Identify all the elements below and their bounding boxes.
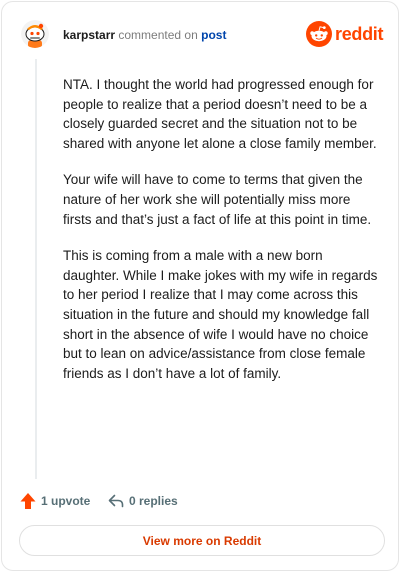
replies-button[interactable]: 0 replies xyxy=(108,491,178,511)
reply-arrow-icon xyxy=(108,494,124,508)
comment-meta: karpstarr commented on post xyxy=(63,27,226,43)
comment-embed-card: karpstarr commented on post reddit NTA. … xyxy=(1,1,399,571)
post-link[interactable]: post xyxy=(201,28,226,42)
author-link[interactable]: karpstarr xyxy=(63,28,115,42)
comment-header: karpstarr commented on post reddit xyxy=(21,17,384,53)
thread-line xyxy=(35,59,37,479)
avatar-snoo-icon xyxy=(21,20,49,48)
comment-paragraph: This is coming from a male with a new bo… xyxy=(63,248,378,381)
upvote-count: 1 upvote xyxy=(41,494,91,508)
view-more-on-reddit-button[interactable]: View more on Reddit xyxy=(19,525,385,556)
upvote-button[interactable]: 1 upvote xyxy=(20,491,90,511)
commented-on-text: commented on xyxy=(118,28,198,42)
reddit-wordmark: reddit xyxy=(335,24,384,44)
replies-count: 0 replies xyxy=(129,494,178,508)
comment-paragraph: NTA. I thought the world had progressed … xyxy=(63,77,377,151)
upvote-arrow-icon xyxy=(20,493,36,509)
comment-body: NTA. I thought the world had progressed … xyxy=(63,75,381,400)
reddit-snoo-icon xyxy=(306,21,332,47)
comment-actions: 1 upvote 0 replies xyxy=(20,491,320,511)
reddit-logo[interactable]: reddit xyxy=(306,21,384,47)
user-avatar[interactable] xyxy=(21,20,49,48)
comment-paragraph: Your wife will have to come to terms tha… xyxy=(63,172,372,227)
